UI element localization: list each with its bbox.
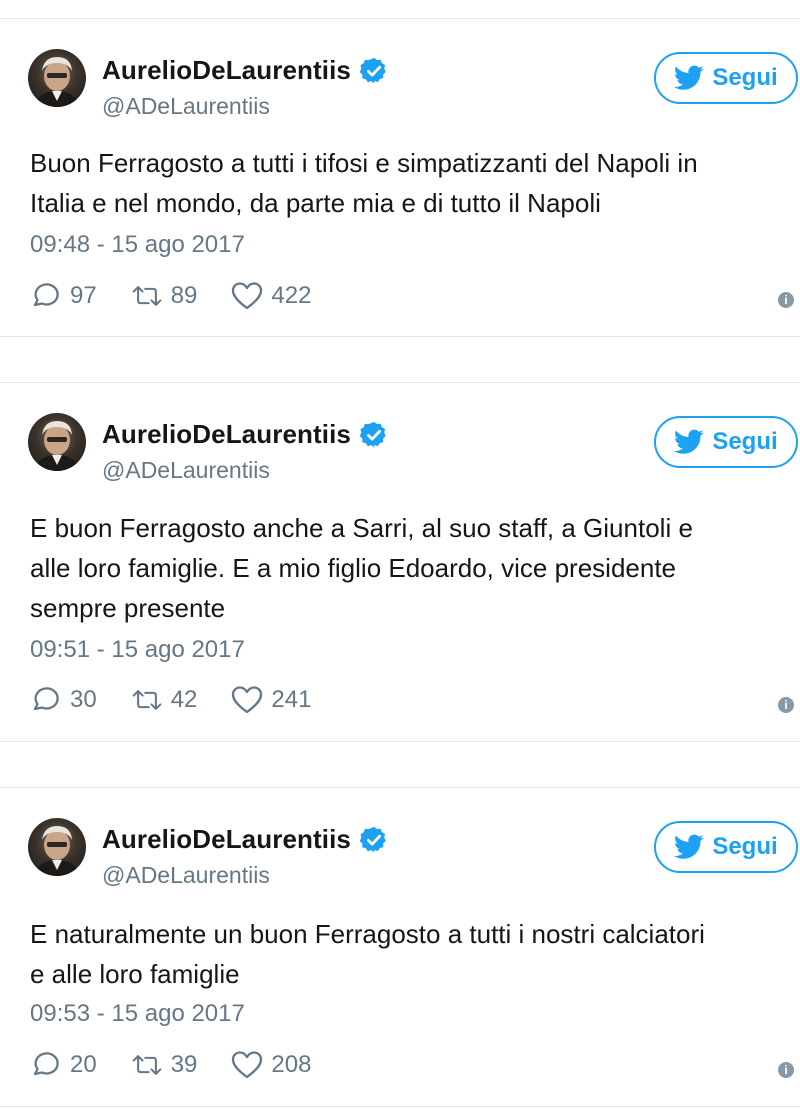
- retweet-icon: [132, 1055, 162, 1075]
- follow-label: Segui: [712, 64, 778, 91]
- like-button[interactable]: 241: [231, 685, 311, 715]
- like-button[interactable]: 208: [231, 1050, 311, 1080]
- like-count: 422: [271, 282, 312, 309]
- retweet-button[interactable]: 42: [131, 685, 198, 715]
- author-row: AurelioDeLaurentiis: [102, 55, 389, 86]
- tweet-text-line: Italia e nel mondo, da parte mia e di tu…: [30, 188, 601, 218]
- avatar[interactable]: [28, 818, 86, 876]
- tweet-timestamp[interactable]: 09:51 - 15 ago 2017: [30, 636, 245, 664]
- follow-label: Segui: [712, 833, 778, 860]
- tweet-text: E naturalmente un buon Ferragosto a tutt…: [30, 914, 800, 994]
- reply-icon: [33, 687, 59, 711]
- tweet-text-line: e alle loro famiglie: [30, 959, 240, 989]
- follow-button[interactable]: Segui: [654, 821, 798, 873]
- tweet-text-line: Buon Ferragosto a tutti i tifosi e simpa…: [30, 148, 698, 178]
- tweet-text: E buon Ferragosto anche a Sarri, al suo …: [30, 508, 800, 628]
- reply-icon: [33, 283, 59, 307]
- heart-icon: [232, 282, 263, 310]
- tweet-actions: 30 42 241: [30, 685, 345, 715]
- author-name[interactable]: AurelioDeLaurentiis: [102, 55, 351, 86]
- tweet-text-line: E buon Ferragosto anche a Sarri, al suo …: [30, 513, 693, 543]
- twitter-bird-icon: [674, 429, 704, 454]
- tweet-actions: 20 39 208: [30, 1050, 345, 1080]
- like-count: 241: [271, 686, 312, 713]
- like-button[interactable]: 422: [231, 281, 311, 311]
- avatar-image: [34, 57, 80, 107]
- follow-label: Segui: [712, 428, 778, 455]
- tweet-actions: 97 89 422: [30, 281, 345, 311]
- tweet-text-line: E naturalmente un buon Ferragosto a tutt…: [30, 919, 705, 949]
- author-handle[interactable]: @ADeLaurentiis: [102, 457, 270, 484]
- avatar[interactable]: [28, 413, 86, 471]
- twitter-bird-icon: [674, 65, 704, 90]
- avatar-image: [34, 826, 80, 876]
- info-icon[interactable]: i: [778, 697, 794, 713]
- avatar-image: [34, 421, 80, 471]
- follow-button[interactable]: Segui: [654, 52, 798, 104]
- tweet-timestamp[interactable]: 09:53 - 15 ago 2017: [30, 1000, 245, 1028]
- heart-icon: [232, 686, 263, 714]
- retweet-icon: [132, 690, 162, 710]
- author-handle[interactable]: @ADeLaurentiis: [102, 93, 270, 120]
- retweet-count: 39: [170, 1051, 198, 1078]
- tweet-timestamp[interactable]: 09:48 - 15 ago 2017: [30, 231, 245, 259]
- info-icon[interactable]: i: [778, 292, 794, 308]
- retweet-count: 89: [170, 282, 198, 309]
- tweet-text-line: alle loro famiglie. E a mio figlio Edoar…: [30, 553, 677, 583]
- retweet-icon: [132, 286, 162, 306]
- verified-badge-icon: [359, 57, 386, 83]
- twitter-bird-icon: [674, 834, 704, 859]
- like-count: 208: [271, 1051, 312, 1078]
- reply-count: 97: [70, 282, 97, 309]
- author-row: AurelioDeLaurentiis: [102, 419, 389, 450]
- verified-badge-icon: [359, 421, 386, 447]
- retweet-button[interactable]: 89: [131, 281, 198, 311]
- reply-button[interactable]: 97: [30, 281, 97, 311]
- heart-icon: [232, 1051, 263, 1079]
- verified-badge-icon: [359, 826, 386, 852]
- retweet-count: 42: [170, 686, 198, 713]
- author-row: AurelioDeLaurentiis: [102, 824, 389, 855]
- author-handle[interactable]: @ADeLaurentiis: [102, 862, 270, 889]
- follow-button[interactable]: Segui: [654, 416, 798, 468]
- retweet-button[interactable]: 39: [131, 1050, 198, 1080]
- tweet-text: Buon Ferragosto a tutti i tifosi e simpa…: [30, 143, 800, 223]
- reply-count: 30: [70, 686, 97, 713]
- author-name[interactable]: AurelioDeLaurentiis: [102, 419, 351, 450]
- reply-button[interactable]: 30: [30, 685, 97, 715]
- reply-count: 20: [70, 1051, 97, 1078]
- info-icon[interactable]: i: [778, 1062, 794, 1078]
- tweet-card: AurelioDeLaurentiis @ADeLaurentiis Segui…: [0, 787, 800, 1107]
- reply-icon: [33, 1052, 59, 1076]
- tweet-text-line: sempre presente: [30, 593, 226, 623]
- avatar[interactable]: [28, 49, 86, 107]
- tweet-card: AurelioDeLaurentiis @ADeLaurentiis Segui…: [0, 18, 800, 337]
- author-name[interactable]: AurelioDeLaurentiis: [102, 824, 351, 855]
- reply-button[interactable]: 20: [30, 1050, 97, 1080]
- tweet-card: AurelioDeLaurentiis @ADeLaurentiis Segui…: [0, 382, 800, 742]
